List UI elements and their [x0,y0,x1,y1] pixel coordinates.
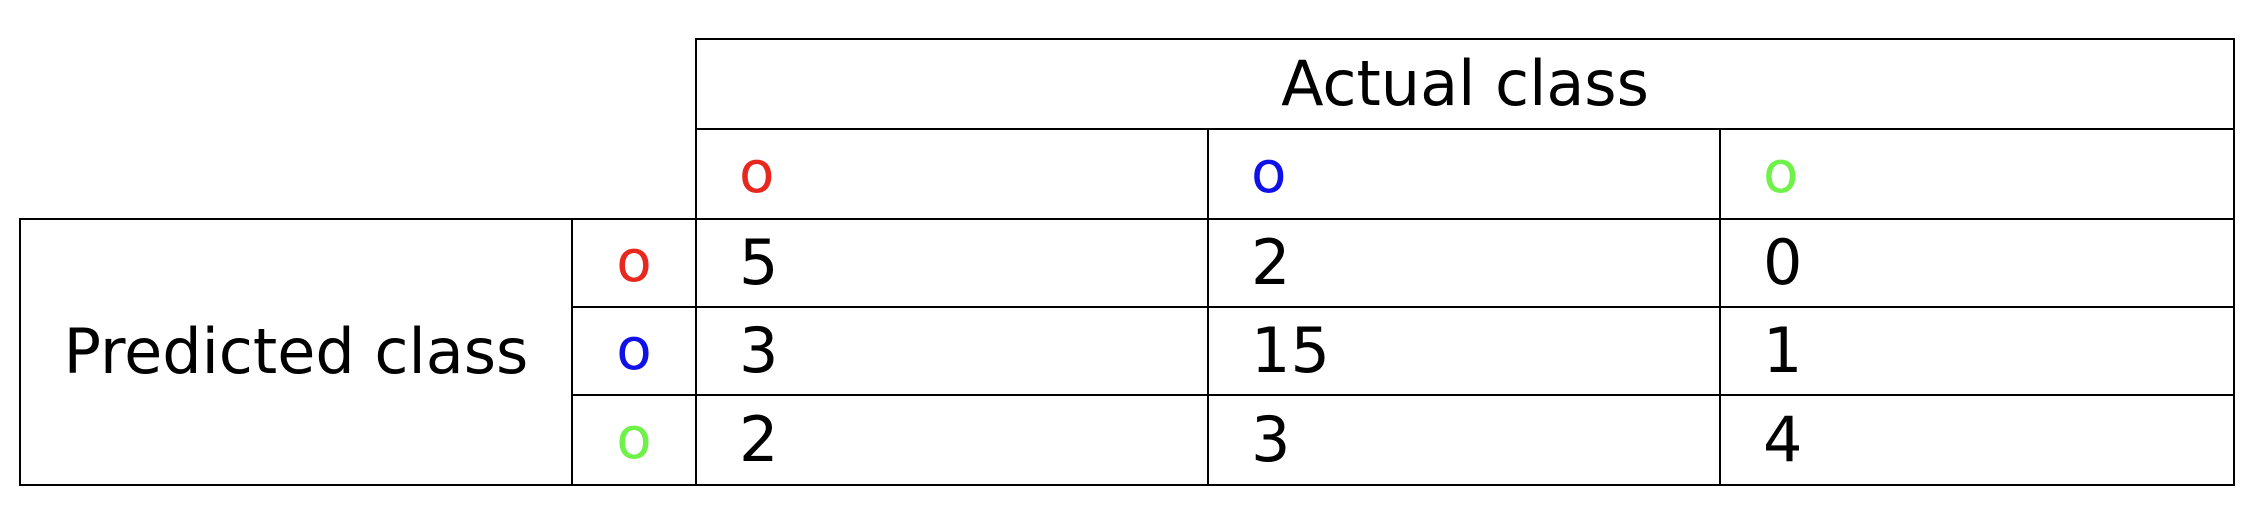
cell-value: 5 [739,226,779,299]
column-header-class-1: o [695,128,1209,220]
cell-value: 1 [1763,314,1803,387]
class-marker-2: o [1251,138,1287,206]
matrix-cell: 15 [1207,306,1721,396]
row-header-class-3: o [571,394,697,486]
cell-value: 15 [1251,314,1330,387]
matrix-cell: 1 [1719,306,2235,396]
row-header-class-1: o [571,218,697,308]
class-marker-1: o [739,138,775,206]
predicted-class-label: Predicted class [63,315,529,388]
predicted-class-header: Predicted class [19,218,573,486]
class-marker-3: o [1763,138,1799,206]
actual-class-header: Actual class [695,38,2235,130]
cell-value: 0 [1763,226,1803,299]
row-class-marker-2: o [616,315,652,383]
matrix-cell: 3 [1207,394,1721,486]
matrix-cell: 0 [1719,218,2235,308]
matrix-cell: 4 [1719,394,2235,486]
matrix-cell: 5 [695,218,1209,308]
row-class-marker-1: o [616,227,652,295]
row-header-class-2: o [571,306,697,396]
cell-value: 3 [1251,403,1291,476]
matrix-cell: 2 [695,394,1209,486]
cell-value: 2 [1251,226,1291,299]
column-header-class-3: o [1719,128,2235,220]
cell-value: 2 [739,403,779,476]
cell-value: 4 [1763,403,1803,476]
row-class-marker-3: o [616,404,652,472]
column-header-class-2: o [1207,128,1721,220]
matrix-cell: 3 [695,306,1209,396]
matrix-cell: 2 [1207,218,1721,308]
cell-value: 3 [739,314,779,387]
actual-class-label: Actual class [1281,47,1649,120]
